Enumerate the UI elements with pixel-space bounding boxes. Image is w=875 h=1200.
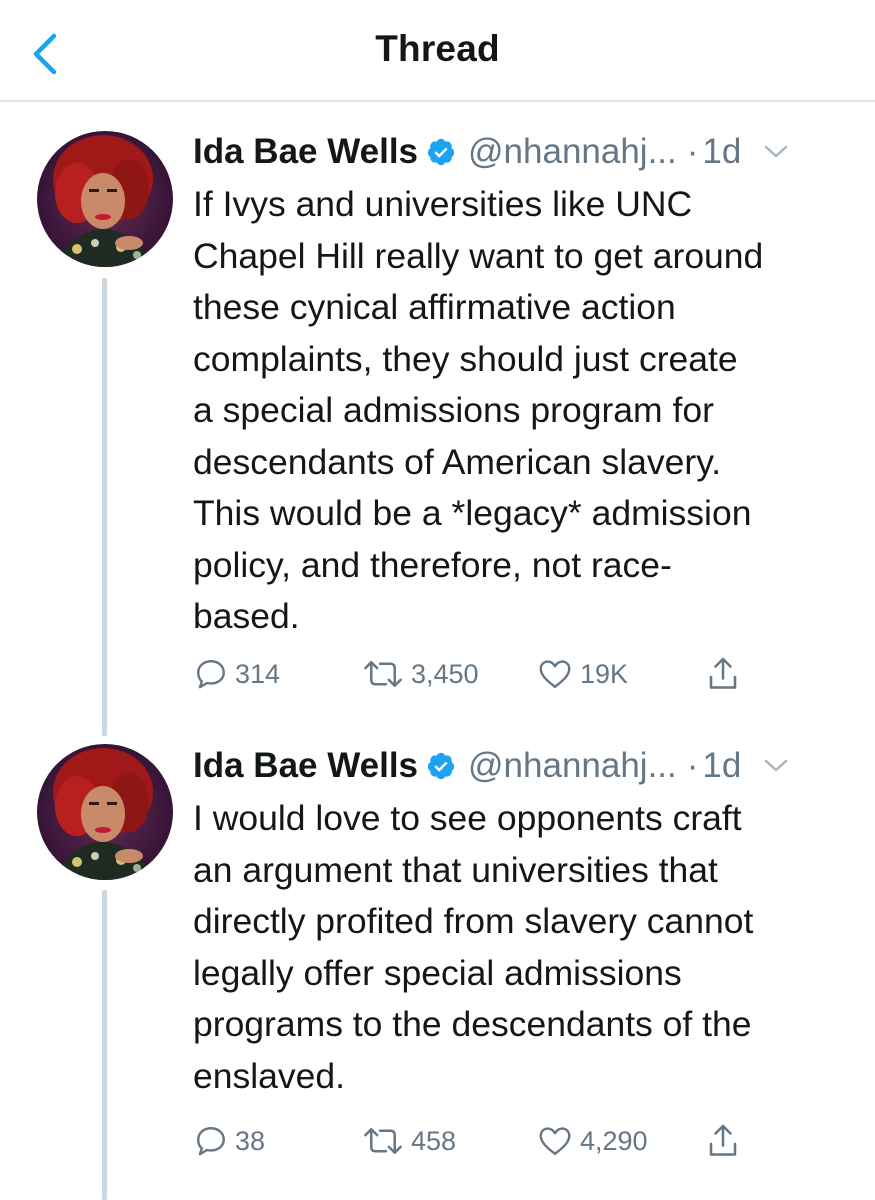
tweet-text-line: based. [193,596,300,636]
tweet-text: If Ivys and universities like UNC Chapel… [193,179,843,643]
reply-button[interactable]: 314 [193,654,280,694]
thread-connector-line [102,890,107,1200]
tweet-text-line: If Ivys and universities like UNC [193,184,693,224]
tweet-content: Ida Bae Wells @nhannahj... · 1d I would … [193,741,845,1102]
separator-dot: · [686,746,699,785]
tweet-text-line: enslaved. [193,1055,345,1096]
verified-badge-icon [426,137,456,167]
like-button[interactable]: 19K [536,654,628,694]
avatar[interactable] [37,131,173,267]
tweet-text-line: policy, and therefore, not race- [193,544,672,585]
tweet-text-line: complaints, they should just create [193,338,738,379]
author-name[interactable]: Ida Bae Wells [193,132,418,172]
tweet-text-line: a special admissions program for [193,390,714,430]
caret-down-icon[interactable] [763,758,789,774]
retweet-count: 3,450 [411,658,479,689]
reply-icon [197,660,225,689]
verified-badge-icon [426,751,456,781]
reply-icon [197,1127,225,1156]
page-title: Thread [375,28,500,69]
reply-count: 314 [235,658,281,689]
separator-dot: · [686,132,699,171]
tweet[interactable]: Ida Bae Wells @nhannahj... · 1d I would … [0,732,875,1200]
retweet-count: 458 [411,1125,457,1156]
tweet-text-line: Chapel Hill really want to get around [193,235,764,276]
author-name[interactable]: Ida Bae Wells [193,746,418,786]
tweet[interactable]: Ida Bae Wells @nhannahj... · 1d If Ivys … [0,102,875,736]
caret-down-icon[interactable] [763,144,789,160]
reply-button[interactable]: 38 [193,1121,265,1161]
tweet-timestamp[interactable]: 1d [702,746,741,786]
tweet-text-line: these cynical affirmative action [193,287,676,327]
like-count: 19K [580,658,629,689]
author-handle[interactable]: @nhannahj... [468,132,677,172]
reply-count: 38 [235,1125,266,1156]
tweet-actions: 314 3,450 19K [193,654,753,694]
thread-connector-line [102,278,107,736]
like-count: 4,290 [580,1125,648,1156]
tweet-text-line: descendants of American slavery. [193,441,722,482]
tweet-text-line: directly profited from slavery cannot [193,901,754,941]
tweet-actions: 38 458 4,290 [193,1121,753,1161]
tweet-text-line: an argument that universities that [193,849,718,890]
tweet-text-line: legally offer special admissions [193,952,682,993]
retweet-icon [364,1128,402,1154]
share-button[interactable] [705,654,741,694]
like-heart-icon [539,660,571,688]
tweet-header: Ida Bae Wells @nhannahj... · 1d [193,741,845,791]
share-icon [709,1124,737,1156]
tweet-text-line: I would love to see opponents craft [193,798,742,838]
share-button[interactable] [705,1121,741,1161]
retweet-button[interactable]: 458 [361,1121,456,1161]
tweet-header: Ida Bae Wells @nhannahj... · 1d [193,127,845,177]
like-button[interactable]: 4,290 [536,1121,648,1161]
header-bar: Thread [0,0,875,102]
tweet-text-line: programs to the descendants of the [193,1004,752,1044]
retweet-button[interactable]: 3,450 [361,654,479,694]
tweet-content: Ida Bae Wells @nhannahj... · 1d If Ivys … [193,127,845,643]
like-heart-icon [539,1127,571,1155]
share-icon [709,657,737,689]
tweet-timestamp[interactable]: 1d [702,132,741,172]
avatar[interactable] [37,744,173,880]
tweet-text-line: This would be a *legacy* admission [193,493,752,533]
tweet-text: I would love to see opponents craft an a… [193,793,843,1102]
author-handle[interactable]: @nhannahj... [468,746,677,786]
retweet-icon [364,661,402,687]
